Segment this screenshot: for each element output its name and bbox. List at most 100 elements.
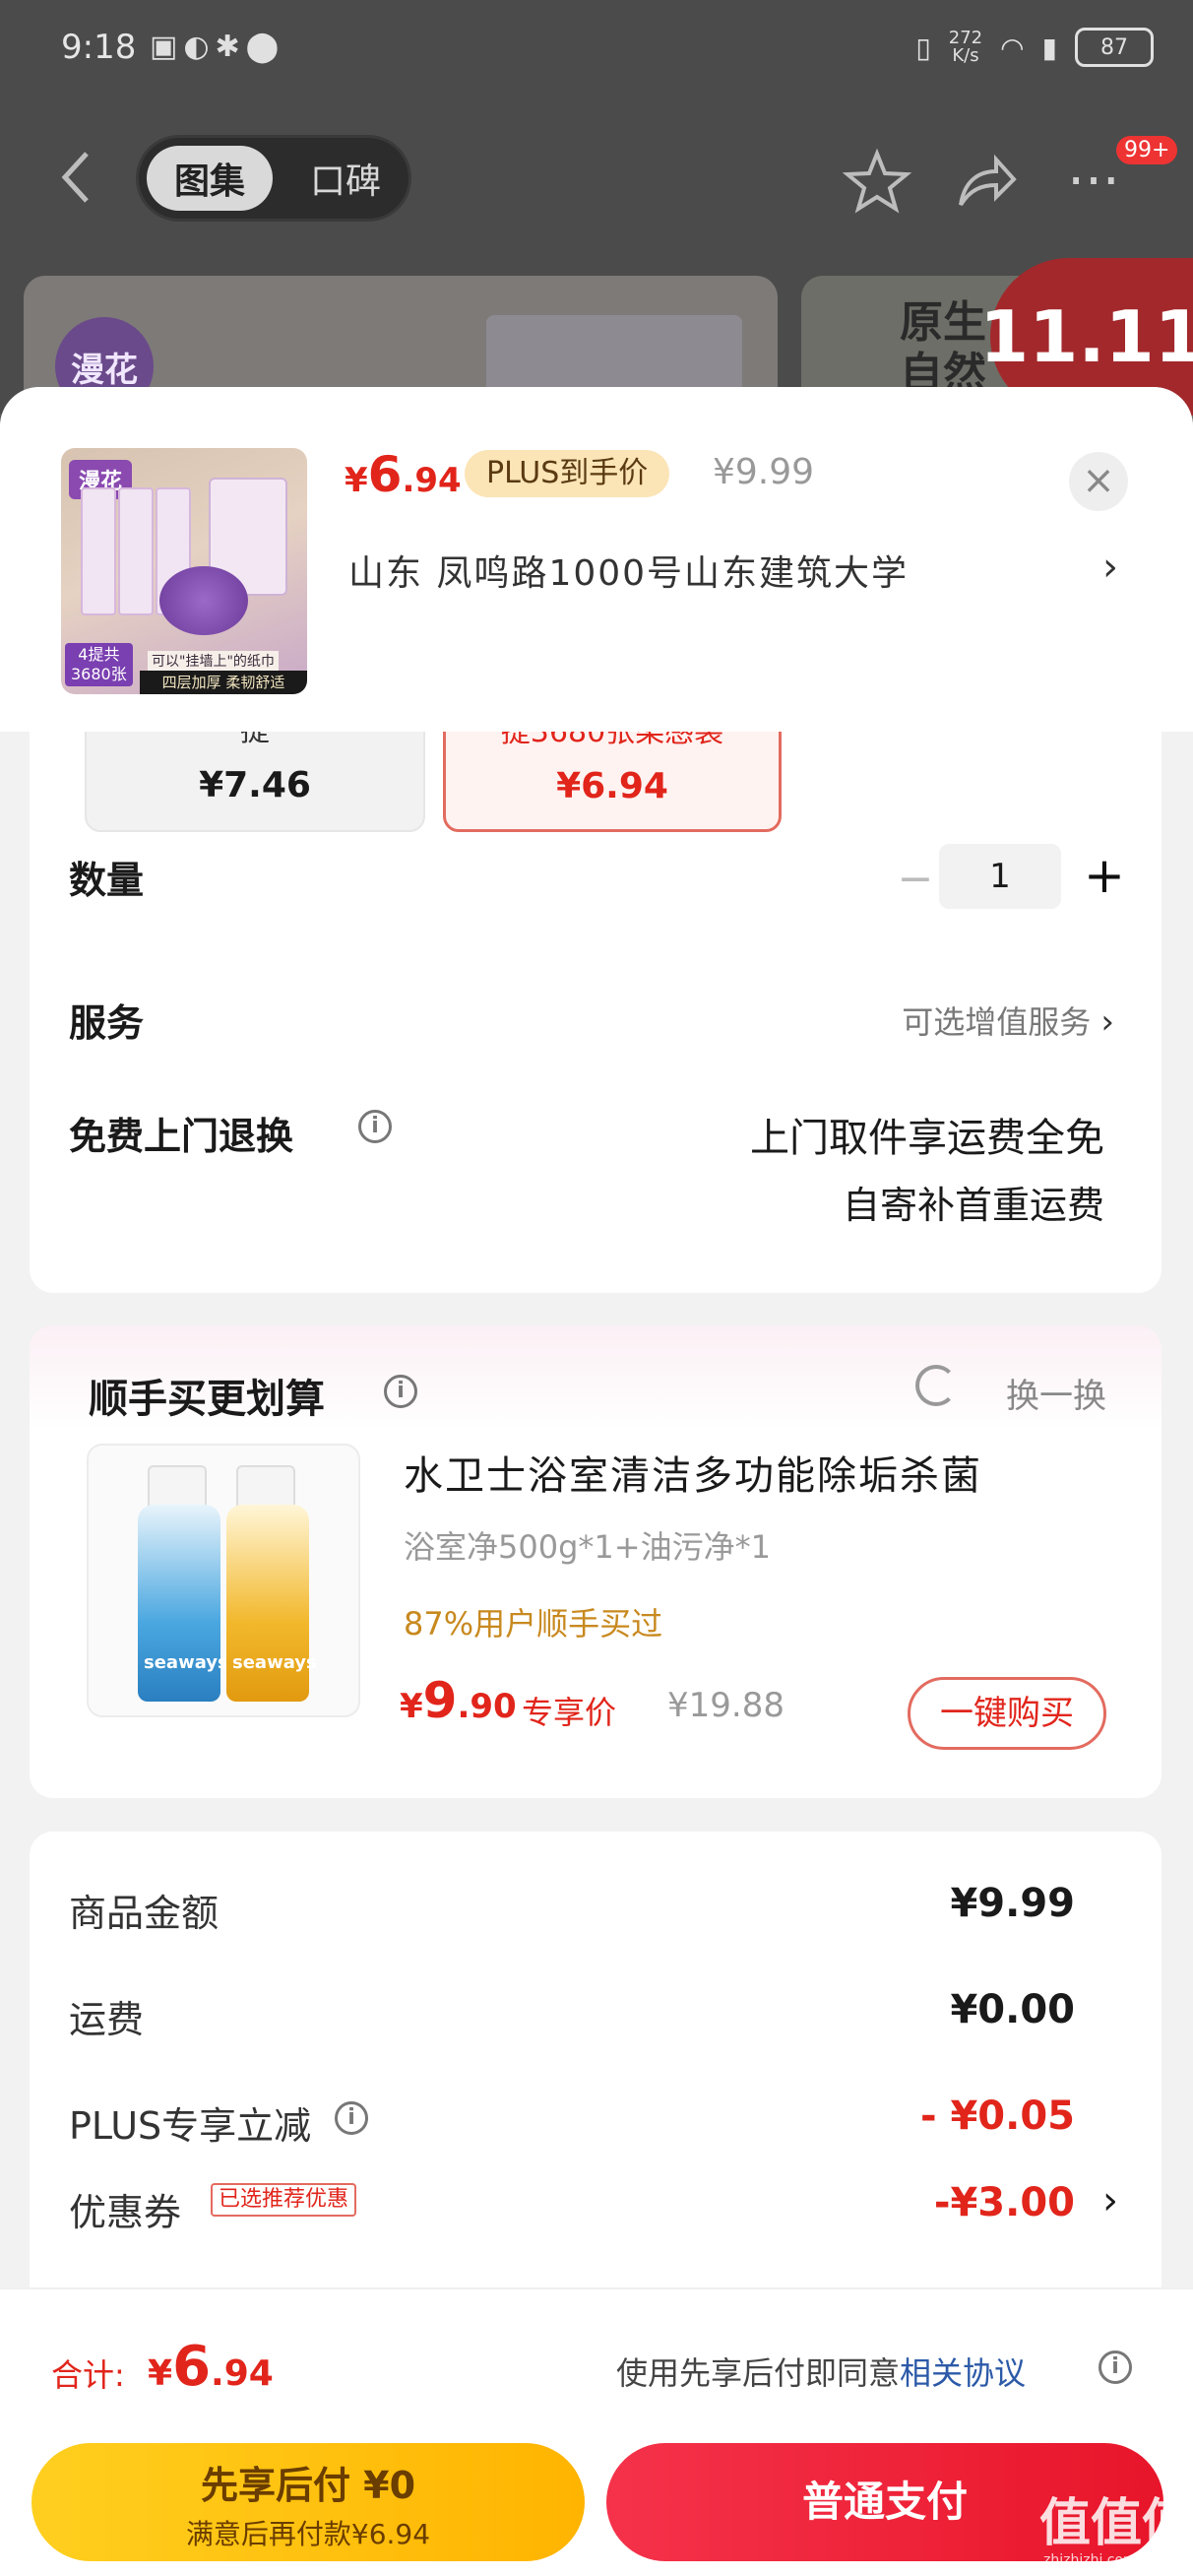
cost-label: 商品金额	[69, 1892, 220, 1935]
return-line2: 自寄补首重运费	[842, 1184, 1104, 1227]
agreement-link[interactable]: 相关协议	[900, 2354, 1026, 2392]
watermark-url: zhizhizhi.com	[1043, 2552, 1137, 2568]
addon-title: 顺手买更划算	[89, 1367, 325, 1424]
status-notification-icons: ▣◐✱⬤	[150, 30, 285, 64]
coupon-tag: 已选推荐优惠	[211, 2183, 357, 2217]
info-icon[interactable]: i	[384, 1375, 417, 1408]
price-decimal: .94	[211, 2353, 274, 2394]
service-selector[interactable]: 可选增值服务 ›	[902, 998, 1114, 1043]
addon-original-price: ¥19.88	[667, 1686, 785, 1725]
share-icon[interactable]	[951, 148, 1020, 217]
chevron-right-icon[interactable]: ›	[1102, 545, 1118, 590]
cost-label: 运费	[69, 1998, 145, 2041]
info-icon[interactable]: i	[358, 1110, 392, 1143]
spec-price: ¥6.94	[556, 766, 668, 806]
price-currency: ¥	[148, 2353, 173, 2394]
refresh-button[interactable]: 换一换	[1006, 1369, 1106, 1417]
chevron-right-icon[interactable]: ›	[1102, 2178, 1118, 2223]
product-thumbnail[interactable]: 漫花 4提共 3680张 可以"挂墙上"的纸巾 四层加厚 柔韧舒适	[61, 448, 307, 694]
cost-value: ¥0.00	[950, 1987, 1075, 2032]
tab-switch: 图集 口碑	[136, 135, 411, 222]
close-icon[interactable]: ×	[1069, 452, 1128, 511]
banner-right-line1: 原生	[900, 297, 986, 348]
cost-label: PLUS专享立减	[69, 2104, 312, 2148]
plus-price: ¥6.94	[345, 446, 462, 503]
price-integer: 9	[422, 1672, 458, 1729]
tab-reviews[interactable]: 口碑	[286, 146, 405, 211]
options-section: 提 ¥7.46 提3680张柔感装 ¥6.94 数量 − 1 + 服务 可选增值…	[30, 712, 1162, 1293]
net-speed: 272 K/s	[949, 30, 982, 65]
bottom-bar: 合计: ¥6.94 使用先享后付即同意相关协议 i 先享后付 ¥0 满意后再付款…	[0, 2287, 1193, 2576]
wifi-icon: ◠	[1000, 31, 1025, 64]
quantity-plus-button[interactable]: +	[1075, 846, 1134, 905]
agreement-prefix: 使用先享后付即同意	[616, 2354, 901, 2392]
delivery-address[interactable]: 山东 凤鸣路1000号山东建筑大学	[348, 545, 1126, 596]
price-integer: 6	[367, 446, 403, 503]
net-speed-unit: K/s	[952, 45, 979, 66]
tissue-pack-image	[81, 487, 116, 615]
status-right-icons: ▯ 272 K/s ◠ ▮ 87	[915, 28, 1154, 67]
pay-later-subtitle: 满意后再付款¥6.94	[185, 2518, 431, 2550]
spec-price: ¥7.46	[199, 765, 311, 805]
info-icon[interactable]: i	[1099, 2351, 1132, 2384]
addon-title-text: 顺手买更划算	[89, 1377, 325, 1422]
pay-later-button[interactable]: 先享后付 ¥0 满意后再付款¥6.94	[31, 2443, 585, 2561]
chevron-right-icon: ›	[1100, 1002, 1114, 1042]
addon-price-tag: 专享价	[522, 1694, 617, 1731]
background-page: 9:18 ▣◐✱⬤ ▯ 272 K/s ◠ ▮ 87 图集 口碑 ··· 99+…	[0, 0, 1193, 433]
price-integer: 6	[172, 2335, 212, 2399]
purchase-sheet: 提 ¥7.46 提3680张柔感装 ¥6.94 数量 − 1 + 服务 可选增值…	[0, 387, 1193, 2576]
sim-icon: ▮	[1041, 31, 1057, 64]
service-label: 服务	[69, 1001, 145, 1045]
cost-value: - ¥0.05	[919, 2093, 1075, 2139]
quantity-value[interactable]: 1	[939, 844, 1061, 909]
addon-product-title[interactable]: 水卫士浴室清洁多功能除垢杀菌	[404, 1444, 982, 1501]
flower-image	[159, 566, 248, 635]
total-price: ¥6.94	[148, 2335, 274, 2399]
bottle-brand: seaways	[232, 1652, 317, 1673]
addon-section: 顺手买更划算 i 换一换 seaways seaways 水卫士浴室清洁多功能除…	[30, 1325, 1162, 1798]
plus-price-tag: PLUS到手价	[465, 450, 670, 497]
sheet-header: 漫花 4提共 3680张 可以"挂墙上"的纸巾 四层加厚 柔韧舒适 ¥6.94 …	[0, 387, 1193, 732]
addon-price: ¥9.90	[400, 1672, 517, 1729]
cost-value: ¥9.99	[950, 1881, 1075, 1926]
price-decimal: .90	[457, 1687, 517, 1726]
watermark-logo: 值值值	[1039, 2494, 1193, 2553]
yellow-bottle-image: seaways	[226, 1505, 317, 1702]
pay-later-title: 先享后付 ¥0	[200, 2464, 416, 2507]
addon-product-spec: 浴室净500g*1+油污净*1	[404, 1528, 771, 1566]
blue-bottle-image: seaways	[138, 1505, 228, 1702]
info-icon[interactable]: i	[335, 2101, 368, 2135]
thumb-tagline: 可以"挂墙上"的纸巾	[148, 651, 279, 671]
agreement-text: 使用先享后付即同意相关协议	[616, 2349, 1026, 2394]
cost-value[interactable]: -¥3.00	[934, 2180, 1075, 2225]
quantity-minus-button[interactable]: −	[886, 850, 945, 909]
quantity-label: 数量	[69, 859, 145, 902]
addon-product-image[interactable]: seaways seaways	[87, 1444, 360, 1717]
message-badge: 99+	[1116, 136, 1178, 164]
price-currency: ¥	[345, 461, 368, 500]
tab-gallery[interactable]: 图集	[147, 146, 273, 211]
vibrate-icon: ▯	[915, 31, 931, 64]
tissue-pack-image	[118, 487, 154, 615]
star-icon[interactable]	[843, 148, 911, 217]
bottle-brand: seaways	[144, 1652, 228, 1673]
total-label: 合计:	[51, 2356, 125, 2394]
return-line1: 上门取件享运费全免	[750, 1116, 1104, 1161]
cost-label: 优惠券	[69, 2191, 182, 2234]
one-click-buy-button[interactable]: 一键购买	[908, 1677, 1106, 1750]
price-currency: ¥	[400, 1687, 423, 1726]
return-label: 免费上门退换	[69, 1115, 294, 1158]
cost-summary: 商品金额 ¥9.99 运费 ¥0.00 PLUS专享立减 i - ¥0.05 优…	[30, 1832, 1162, 2324]
status-bar: 9:18 ▣◐✱⬤ ▯ 272 K/s ◠ ▮ 87	[0, 0, 1193, 98]
thumb-count-line2: 3680张	[71, 665, 127, 683]
status-time: 9:18	[61, 28, 137, 67]
refresh-icon[interactable]	[915, 1365, 957, 1406]
thumb-count: 4提共 3680张	[65, 643, 133, 686]
back-arrow-icon[interactable]	[57, 148, 96, 207]
service-value: 可选增值服务	[902, 1003, 1092, 1041]
price-decimal: .94	[402, 461, 462, 500]
thumb-count-line1: 4提共	[78, 645, 120, 664]
battery-icon: 87	[1075, 28, 1154, 67]
banner-right-text: 原生 自然	[900, 297, 986, 400]
